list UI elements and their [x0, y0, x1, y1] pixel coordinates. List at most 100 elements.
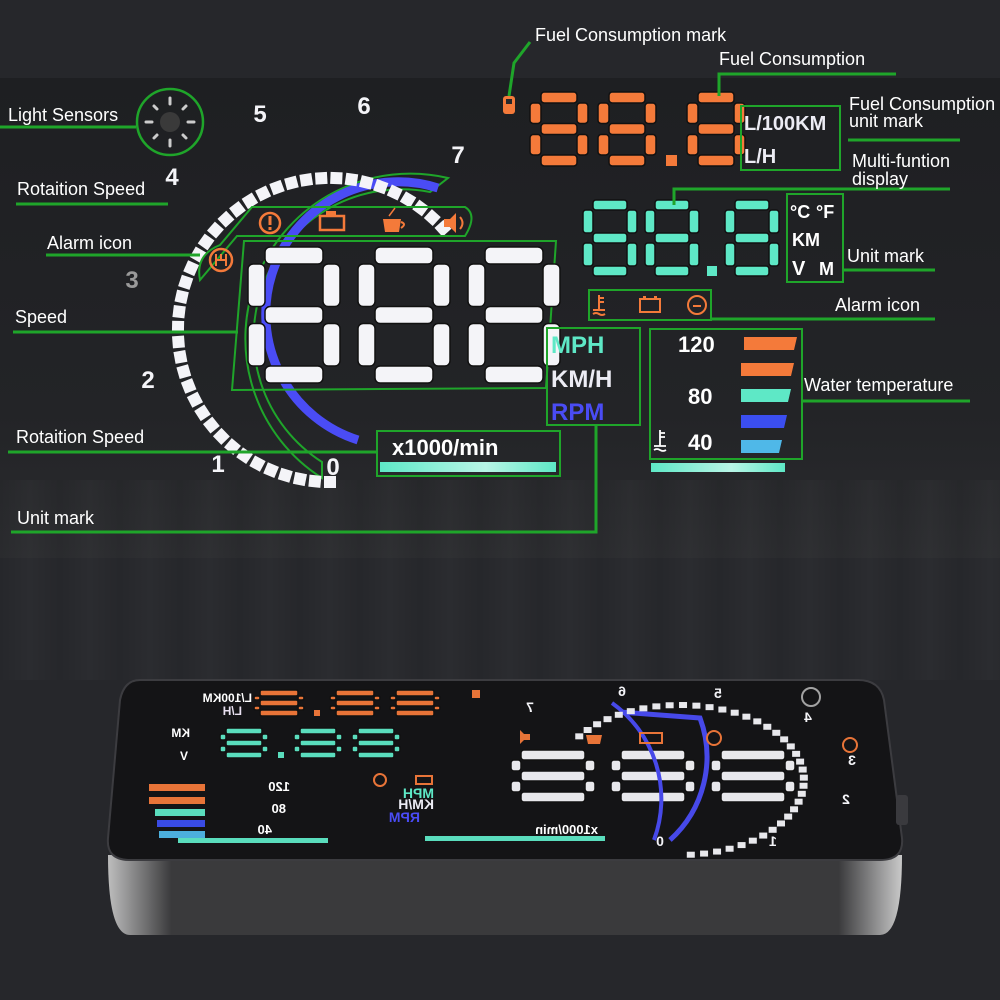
- speed-digit: [357, 246, 451, 384]
- mini-temp-40: 40: [258, 822, 272, 837]
- mini-tach-number-6: 6: [618, 683, 626, 699]
- mini-rpm-tick: [686, 851, 695, 858]
- temp-bar-2: [741, 363, 794, 376]
- fuel-unit-l100km: L/100KM: [744, 113, 826, 135]
- mini-rpm-unit: RPM: [389, 809, 420, 825]
- temp-bar-1: [744, 337, 797, 350]
- mini-speed-digit: [510, 749, 596, 803]
- tach-number-2: 2: [141, 367, 154, 394]
- mini-rpm-tick: [794, 798, 803, 805]
- mini-rpm-tick: [679, 702, 688, 709]
- mini-fuel-digit: [253, 689, 305, 717]
- tach-number-4: 4: [165, 164, 179, 191]
- engine-check-icon: [318, 211, 346, 232]
- tach-number-6: 6: [357, 93, 370, 120]
- mini-rpm-tick: [614, 711, 623, 718]
- mini-tach-number-2: 2: [842, 791, 850, 807]
- battery-icon: [639, 296, 661, 313]
- mini-rpm-tick: [593, 721, 602, 728]
- tach-number-3: 3: [125, 267, 138, 294]
- mini-rpm-multiplier: x1000/min: [535, 822, 598, 837]
- rpm-tick: [229, 200, 246, 218]
- label-water-temperature: Water temperature: [804, 375, 953, 395]
- unit-volt: V: [792, 258, 806, 280]
- brake-warning-icon: [258, 211, 282, 235]
- unit-fahrenheit: °F: [816, 202, 834, 222]
- right-alarm-icons: [588, 289, 712, 321]
- temp-bar-4: [741, 415, 787, 428]
- temp-bar-3: [741, 389, 791, 402]
- hud-diagram: 0 1 2 3 4 5 6 7 MPH KM/H RPM x1000/min L/100KM…: [0, 25, 995, 935]
- rpm-tick: [423, 209, 441, 227]
- label-fuel-consumption-mark: Fuel Consumption mark: [535, 25, 727, 45]
- fuel-digit: [529, 91, 589, 167]
- rpm-tick: [202, 416, 220, 434]
- speed-units-box: MPH KM/H RPM: [546, 327, 641, 426]
- mini-fuel-digit: [329, 689, 381, 717]
- rpm-tick: [186, 391, 204, 408]
- speed-limit-icon: [687, 295, 707, 315]
- mini-rpm-tick: [692, 702, 701, 709]
- label-fuel-consumption: Fuel Consumption: [719, 49, 865, 69]
- rpm-tick: [172, 305, 186, 319]
- rpm-tick: [314, 171, 328, 185]
- rpm-tick: [330, 171, 343, 185]
- rpm-unit: RPM: [551, 399, 604, 426]
- rpm-tick: [263, 462, 279, 478]
- mini-rpm-tick: [725, 845, 734, 852]
- mini-rpm-tick: [784, 813, 793, 820]
- label-unit-mark-bottom: Unit mark: [17, 508, 95, 528]
- mini-rpm-tick: [575, 733, 584, 740]
- label-alarm-icon-left: Alarm icon: [47, 233, 132, 253]
- mini-rpm-tick: [652, 703, 661, 710]
- rpm-tick: [173, 349, 188, 364]
- water-temp-small-icon: [653, 430, 667, 452]
- label-rotation-speed-bottom: Rotaition Speed: [16, 427, 144, 447]
- mini-rpm-tick: [718, 706, 727, 713]
- label-unit-mark-right: Unit mark: [847, 246, 925, 266]
- light-sensor: [135, 87, 205, 157]
- fuel-decimal-point: [666, 155, 677, 166]
- water-temp-icon: [592, 295, 606, 316]
- mini-rpm-tick: [797, 790, 806, 797]
- tachometer-gauge: 0 1 2 3 4 5 6 7: [125, 93, 465, 488]
- speed-display: [230, 240, 561, 392]
- light-sensor-icon: [160, 112, 180, 132]
- mini-multi-decimal-point: [278, 752, 284, 758]
- mini-multi-digit: [293, 727, 343, 759]
- fuel-consumption-display: L/100KM L/H: [503, 91, 841, 171]
- tach-number-7: 7: [451, 142, 464, 169]
- kmh-unit: KM/H: [551, 366, 612, 393]
- mini-rpm-tick: [799, 782, 808, 789]
- temp-label-80: 80: [688, 384, 712, 409]
- rpm-tick: [292, 471, 308, 487]
- mini-tach-number-1: 1: [769, 833, 777, 849]
- mini-rpm-tick: [790, 806, 799, 813]
- tach-number-5: 5: [253, 101, 266, 128]
- tach-number-0: 0: [326, 454, 339, 481]
- mini-rpm-tick: [583, 727, 592, 734]
- device-body-side: [108, 855, 902, 935]
- mini-rpm-tick: [759, 832, 768, 839]
- mini-rpm-tick: [798, 766, 807, 773]
- mini-rpm-tick: [639, 705, 648, 712]
- mini-multi-digit: [351, 727, 401, 759]
- mini-fuel-digit: [389, 689, 441, 717]
- mini-fuel-decimal-point: [314, 710, 320, 716]
- unit-celsius: °C: [790, 202, 810, 222]
- rpm-tick: [386, 184, 403, 201]
- mini-rpm-tick: [603, 716, 612, 723]
- mini-rpm-tick: [626, 708, 635, 715]
- rpm-tick: [344, 172, 359, 187]
- mini-rpm-tick: [700, 850, 709, 857]
- mini-rpm-tick: [799, 774, 808, 781]
- fuel-pump-icon: [503, 96, 515, 114]
- mini-speed-digit: [710, 749, 796, 803]
- temp-label-120: 120: [678, 332, 715, 357]
- mph-unit: MPH: [551, 332, 604, 359]
- mini-temp-80: 80: [272, 801, 286, 816]
- label-speed: Speed: [15, 307, 67, 327]
- water-temperature-gauge: 120 80 40: [649, 328, 803, 472]
- mini-rpm-tick: [665, 702, 674, 709]
- mini-rpm-tick: [737, 842, 746, 849]
